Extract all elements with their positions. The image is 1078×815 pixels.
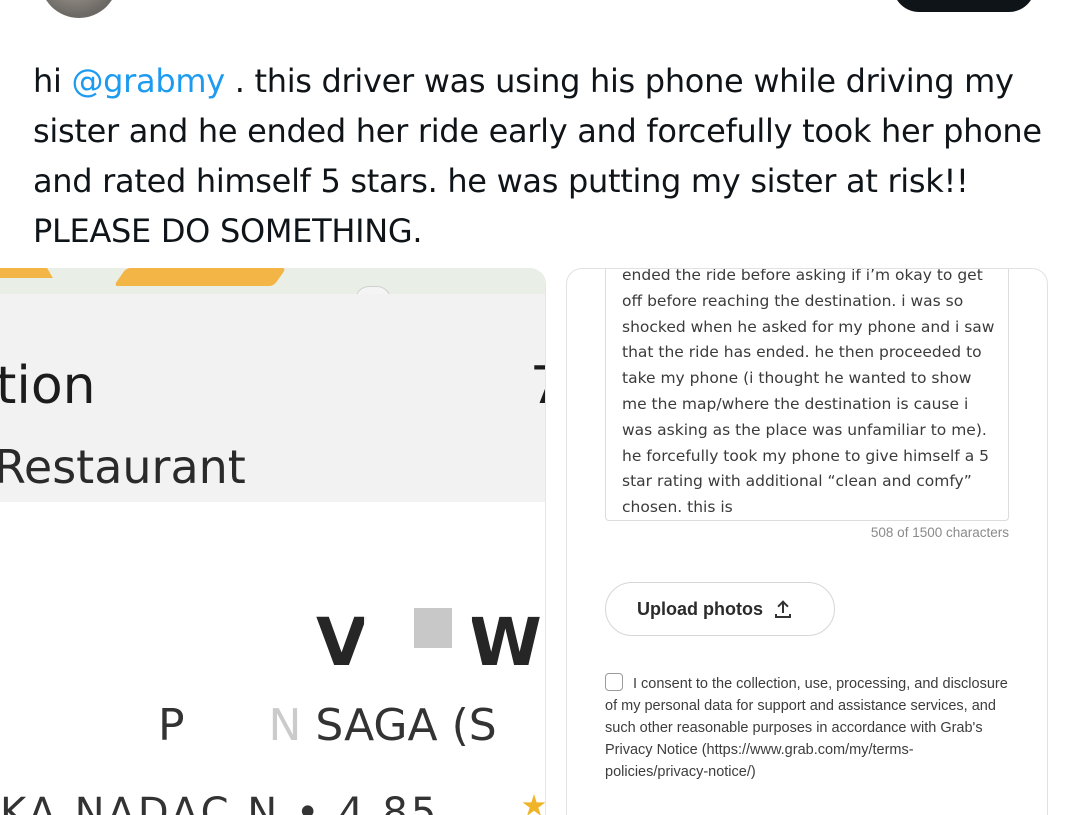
destination-name: Restaurant [0,440,246,494]
consent-checkbox[interactable] [605,673,623,691]
media-image-feedback-form[interactable]: ended the ride before asking if i’m okay… [566,268,1048,815]
feedback-textarea[interactable]: ended the ride before asking if i’m okay… [605,268,1009,521]
upload-photos-label: Upload photos [637,598,763,619]
tweet-text-prefix: hi [33,62,72,100]
map-preview [0,268,545,300]
redaction-blur [198,698,310,748]
upload-icon [774,601,791,618]
media-image-ride-details[interactable]: tion 7 Restaurant V W9 P N SAGA (S KA NA… [0,268,546,815]
feedback-text: ended the ride before asking if i’m okay… [622,268,995,517]
consent-section: I consent to the collection, use, proces… [605,673,1015,783]
avatar[interactable] [40,0,118,18]
destination-number: 7 [530,356,545,416]
character-count: 508 of 1500 characters [870,525,1009,540]
mention-link[interactable]: @grabmy [71,62,225,100]
tweet-text: hi @grabmy . this driver was using his p… [33,56,1043,256]
upload-photos-button[interactable]: Upload photos [605,582,835,636]
map-road [113,268,287,286]
driver-name-rating: KA NADAC N • 4.85 [0,790,440,815]
consent-text: I consent to the collection, use, proces… [605,676,1008,780]
redaction-block [414,608,452,648]
star-icon [522,794,545,815]
follow-button[interactable] [893,0,1035,12]
map-road [0,268,53,278]
destination-label: tion [0,356,96,416]
destination-panel: tion 7 Restaurant [0,294,545,502]
